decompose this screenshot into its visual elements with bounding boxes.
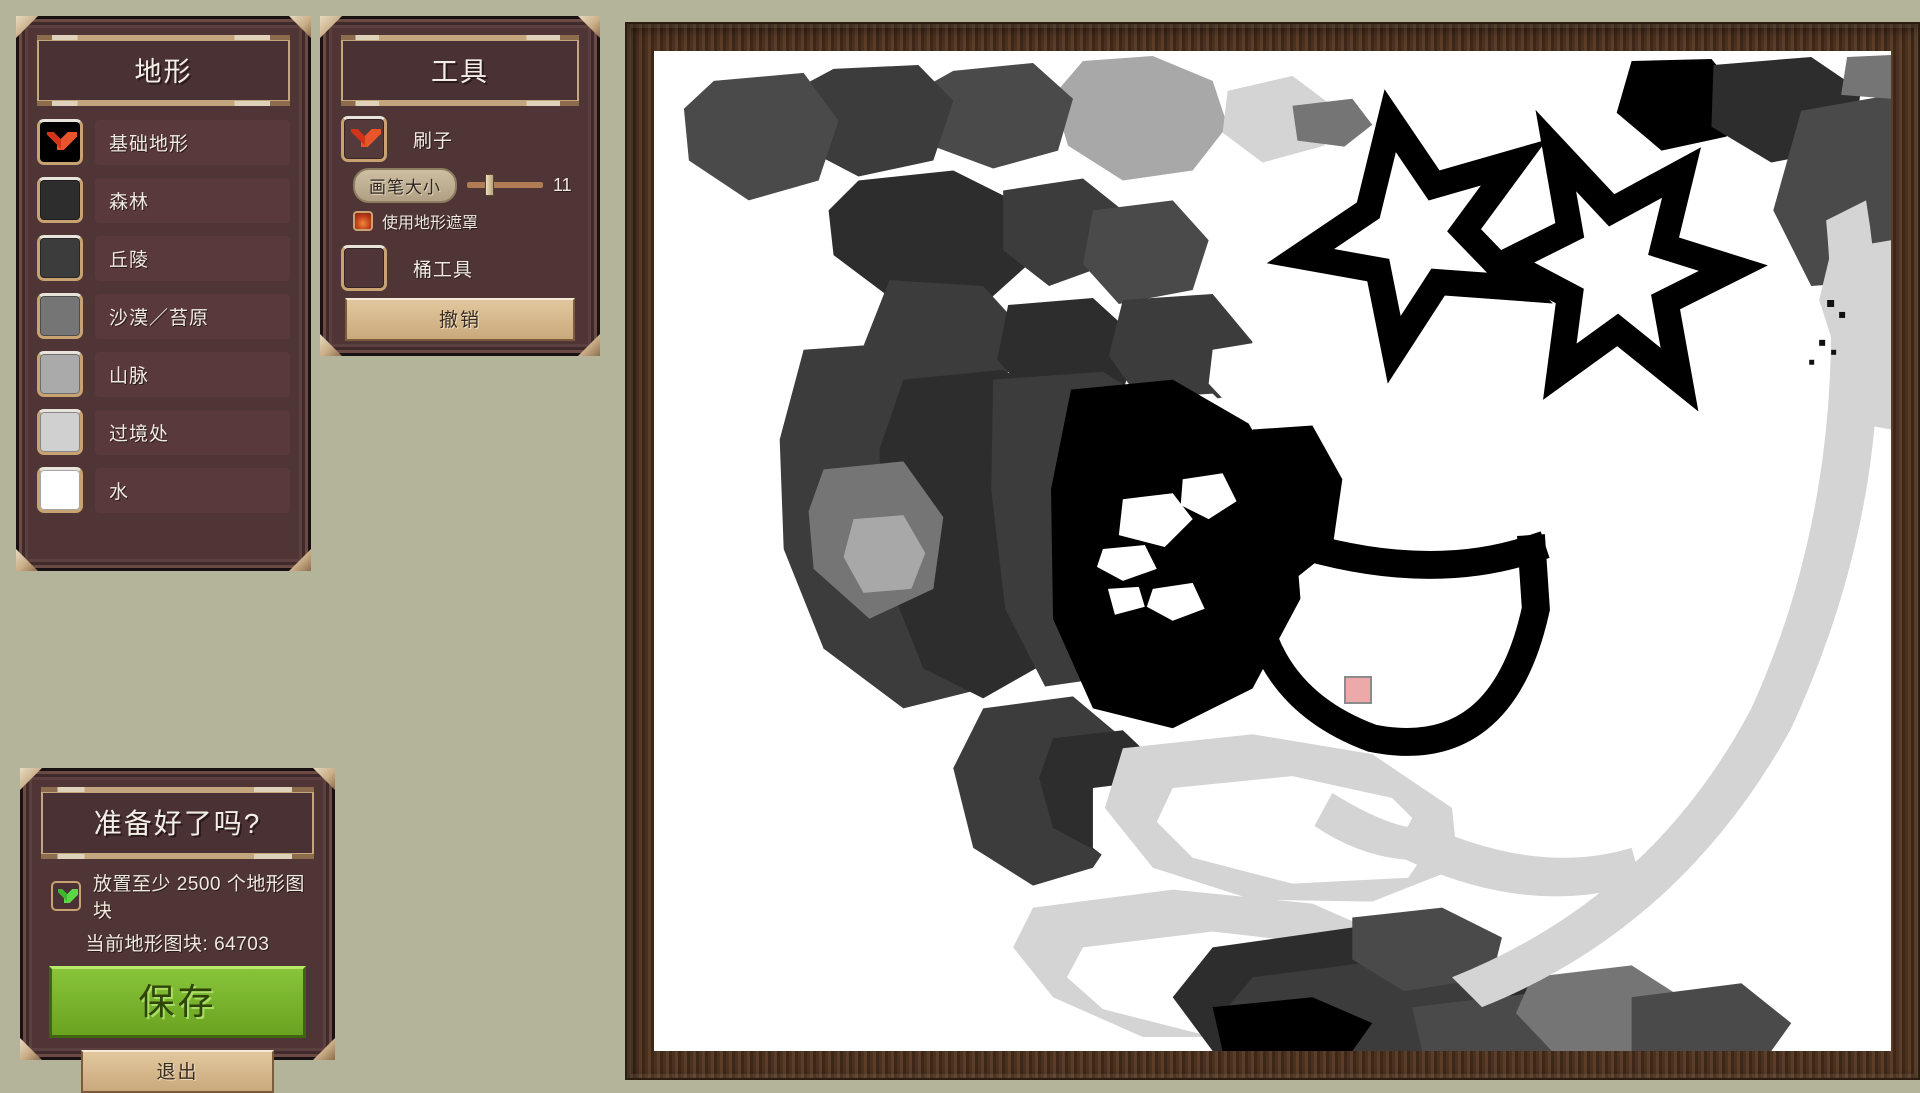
panel-corner-bottom-right	[289, 549, 311, 571]
brush-size-control[interactable]: 画笔大小 11	[353, 167, 579, 203]
brush-size-slider[interactable]	[467, 174, 543, 196]
terrain-label-crossing: 过境处	[95, 409, 290, 455]
terrain-mask-gem-icon[interactable]	[353, 211, 373, 231]
tools-panel-title: 工具	[341, 35, 579, 106]
brush-tool-label: 刷子	[413, 130, 454, 152]
terrain-panel-title: 地形	[37, 35, 290, 106]
ready-dialog: 准备好了吗? 放置至少 2500 个地形图块 当前地形图块: 64703 保存 …	[20, 768, 335, 1093]
terrain-swatch-mountain[interactable]	[37, 351, 83, 397]
terrain-panel: 地形 基础地形 森林 丘陵 沙漠／苔原 山脉 过境处 水	[16, 16, 311, 571]
tool-item-brush[interactable]: 刷子	[341, 116, 579, 162]
terrain-label-desert: 沙漠／苔原	[95, 293, 290, 339]
tool-item-bucket[interactable]: 桶工具	[341, 244, 579, 292]
current-tiles-value: 64703	[214, 934, 270, 955]
terrain-swatch-water[interactable]	[37, 467, 83, 513]
terrain-item-forest[interactable]: 森林	[37, 174, 290, 226]
exit-button[interactable]: 退出	[81, 1050, 274, 1093]
tools-panel: 工具 刷子 画笔大小 11 使用地形遮罩 桶工具 撤销	[320, 16, 600, 356]
terrain-label-hills: 丘陵	[95, 235, 290, 281]
map-canvas[interactable]	[654, 51, 1891, 1051]
terrain-label-mountain: 山脉	[95, 351, 290, 397]
terrain-label-water: 水	[95, 467, 290, 513]
map-frame	[625, 22, 1920, 1080]
brush-cursor	[1344, 676, 1372, 704]
terrain-item-base[interactable]: 基础地形	[37, 116, 290, 168]
terrain-swatch-hills[interactable]	[37, 235, 83, 281]
brush-tool-icon[interactable]	[341, 116, 387, 162]
terrain-label-base: 基础地形	[95, 119, 290, 165]
terrain-item-water[interactable]: 水	[37, 464, 290, 516]
panel-corner-bottom-right	[313, 1038, 335, 1060]
requirement-prefix: 放置至少	[93, 874, 172, 895]
panel-corner-bottom-right	[578, 334, 600, 356]
save-button[interactable]: 保存	[49, 966, 306, 1038]
panel-corner-bottom-left	[20, 1038, 42, 1060]
terrain-label-forest: 森林	[95, 177, 290, 223]
ready-dialog-title: 准备好了吗?	[41, 787, 314, 859]
requirement-check-icon	[51, 881, 81, 911]
terrain-item-desert[interactable]: 沙漠／苔原	[37, 290, 290, 342]
bucket-tool-label: 桶工具	[413, 259, 474, 281]
terrain-item-mountain[interactable]: 山脉	[37, 348, 290, 400]
terrain-item-crossing[interactable]: 过境处	[37, 406, 290, 458]
terrain-swatch-base[interactable]	[37, 119, 83, 165]
terrain-mask-toggle[interactable]: 使用地形遮罩	[353, 208, 579, 234]
undo-button[interactable]: 撤销	[345, 298, 575, 341]
brush-size-value: 11	[553, 174, 572, 195]
current-tiles-label: 当前地形图块:	[85, 934, 209, 955]
terrain-swatch-crossing[interactable]	[37, 409, 83, 455]
terrain-mask-label: 使用地形遮罩	[382, 215, 479, 232]
map-terrain-svg	[654, 51, 1891, 1051]
terrain-swatch-forest[interactable]	[37, 177, 83, 223]
brush-size-label: 画笔大小	[353, 167, 457, 203]
requirement-row: 放置至少 2500 个地形图块	[51, 869, 310, 923]
current-tiles-row: 当前地形图块: 64703	[35, 929, 320, 956]
requirement-amount: 2500	[176, 874, 222, 895]
panel-corner-bottom-left	[16, 549, 38, 571]
terrain-swatch-desert[interactable]	[37, 293, 83, 339]
terrain-item-hills[interactable]: 丘陵	[37, 232, 290, 284]
panel-corner-bottom-left	[320, 334, 342, 356]
brush-size-slider-knob[interactable]	[485, 174, 495, 196]
bucket-tool-icon[interactable]	[341, 245, 387, 291]
